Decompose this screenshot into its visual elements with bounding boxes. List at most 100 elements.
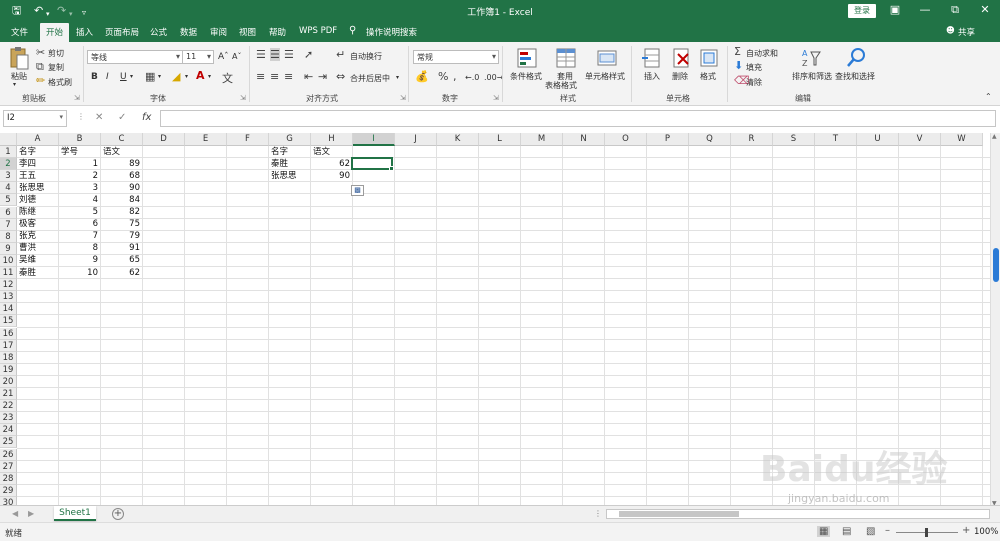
- tab-help[interactable]: 帮助: [269, 26, 286, 38]
- cell-b1[interactable]: 学号: [61, 147, 98, 158]
- phonetic-icon[interactable]: 文: [222, 70, 233, 86]
- sheet-options-icon[interactable]: ⋮: [594, 509, 602, 518]
- row-header-22[interactable]: 22: [0, 400, 17, 413]
- cancel-entry-icon[interactable]: ✕: [95, 112, 103, 123]
- tab-page-layout[interactable]: 页面布局: [105, 26, 139, 38]
- cell-c10[interactable]: 65: [103, 255, 140, 266]
- formula-input[interactable]: [160, 110, 996, 127]
- row-header-29[interactable]: 29: [0, 484, 17, 497]
- row-header-18[interactable]: 18: [0, 351, 17, 364]
- delete-cells-icon[interactable]: [670, 47, 692, 69]
- prev-sheet-icon[interactable]: ◀: [12, 509, 18, 518]
- cell-b5[interactable]: 4: [61, 195, 98, 206]
- column-header-s[interactable]: S: [773, 133, 815, 146]
- column-header-q[interactable]: Q: [689, 133, 731, 146]
- cell-c1[interactable]: 语文: [103, 147, 140, 158]
- column-header-c[interactable]: C: [101, 133, 143, 146]
- fill-color-icon[interactable]: ◢: [172, 70, 180, 83]
- column-header-b[interactable]: B: [59, 133, 101, 146]
- sort-filter-button[interactable]: 排序和筛选: [792, 71, 832, 82]
- vertical-scrollbar[interactable]: ▲ ▼: [990, 133, 1000, 507]
- cell-a2[interactable]: 李四: [19, 159, 56, 170]
- column-header-o[interactable]: O: [605, 133, 647, 146]
- row-header-19[interactable]: 19: [0, 363, 17, 376]
- cell-a11[interactable]: 秦胜: [19, 268, 56, 279]
- row-header-1[interactable]: 1: [0, 146, 17, 159]
- cell-c6[interactable]: 82: [103, 207, 140, 218]
- insert-function-icon[interactable]: fx: [142, 112, 151, 123]
- cell-c7[interactable]: 75: [103, 219, 140, 230]
- insert-cells-icon[interactable]: [641, 47, 663, 69]
- font-color-dropdown-icon[interactable]: ▾: [208, 73, 211, 80]
- font-color-icon[interactable]: A: [196, 69, 205, 82]
- row-header-7[interactable]: 7: [0, 218, 17, 231]
- column-header-g[interactable]: G: [269, 133, 311, 146]
- vertical-scroll-thumb[interactable]: [993, 248, 999, 282]
- tell-me-search[interactable]: 操作说明搜索: [366, 26, 417, 38]
- cell-a8[interactable]: 张克: [19, 231, 56, 242]
- format-painter-button[interactable]: 格式刷: [48, 77, 72, 88]
- row-header-21[interactable]: 21: [0, 388, 17, 401]
- cell-b4[interactable]: 3: [61, 183, 98, 194]
- cell-c2[interactable]: 89: [103, 159, 140, 170]
- restore-icon[interactable]: ⧉: [945, 3, 965, 17]
- insert-cells-button[interactable]: 插入: [644, 71, 660, 82]
- tab-review[interactable]: 审阅: [210, 26, 227, 38]
- cut-button[interactable]: 剪切: [48, 48, 64, 59]
- merge-center-button[interactable]: 合并后居中: [350, 73, 390, 84]
- scroll-up-icon[interactable]: ▲: [992, 133, 997, 140]
- next-sheet-icon[interactable]: ▶: [28, 509, 34, 518]
- row-header-17[interactable]: 17: [0, 339, 17, 352]
- wrap-text-icon[interactable]: ↵: [336, 48, 345, 61]
- format-painter-icon[interactable]: ✏: [36, 74, 45, 87]
- page-layout-view-icon[interactable]: ▤: [842, 526, 851, 537]
- cell-a1[interactable]: 名字: [19, 147, 56, 158]
- copy-button[interactable]: 复制: [48, 62, 64, 73]
- increase-decimal-icon[interactable]: ←.0: [465, 73, 479, 82]
- decrease-font-icon[interactable]: Aˇ: [232, 52, 241, 61]
- tab-file[interactable]: 文件: [11, 26, 28, 38]
- bold-button[interactable]: B: [91, 72, 98, 82]
- row-header-28[interactable]: 28: [0, 472, 17, 485]
- tab-formulas[interactable]: 公式: [150, 26, 167, 38]
- format-as-table-icon[interactable]: [555, 47, 577, 69]
- cell-h3[interactable]: 90: [313, 171, 350, 182]
- cell-a7[interactable]: 极客: [19, 219, 56, 230]
- merge-center-icon[interactable]: ⇔: [336, 70, 345, 83]
- zoom-level[interactable]: 100%: [974, 527, 998, 537]
- align-center-icon[interactable]: ≡: [270, 70, 279, 83]
- cell-b8[interactable]: 7: [61, 231, 98, 242]
- cut-icon[interactable]: ✂: [36, 46, 45, 59]
- comma-style-icon[interactable]: ,: [453, 70, 457, 83]
- fill-icon[interactable]: ⬇: [734, 59, 743, 72]
- cell-c3[interactable]: 68: [103, 171, 140, 182]
- decrease-decimal-icon[interactable]: .00→: [484, 73, 503, 82]
- cell-b3[interactable]: 2: [61, 171, 98, 182]
- increase-font-icon[interactable]: Aˆ: [218, 52, 229, 62]
- zoom-slider-knob[interactable]: [925, 528, 928, 537]
- select-all-corner[interactable]: [0, 133, 17, 146]
- align-middle-icon[interactable]: ☰: [270, 48, 280, 61]
- cell-c11[interactable]: 62: [103, 268, 140, 279]
- row-header-16[interactable]: 16: [0, 327, 17, 340]
- row-header-15[interactable]: 15: [0, 315, 17, 328]
- column-header-t[interactable]: T: [815, 133, 857, 146]
- column-header-a[interactable]: A: [17, 133, 59, 146]
- cell-a10[interactable]: 吴维: [19, 255, 56, 266]
- row-header-13[interactable]: 13: [0, 291, 17, 304]
- orientation-icon[interactable]: ➚: [304, 48, 313, 61]
- underline-button[interactable]: U: [120, 72, 127, 82]
- cell-a6[interactable]: 陈继: [19, 207, 56, 218]
- cell-a5[interactable]: 刘德: [19, 195, 56, 206]
- column-header-r[interactable]: R: [731, 133, 773, 146]
- cell-c8[interactable]: 79: [103, 231, 140, 242]
- zoom-in-icon[interactable]: +: [962, 525, 970, 536]
- row-header-20[interactable]: 20: [0, 375, 17, 388]
- fill-handle[interactable]: [389, 166, 394, 171]
- column-header-l[interactable]: L: [479, 133, 521, 146]
- cell-g3[interactable]: 张思思: [271, 171, 308, 182]
- normal-view-icon[interactable]: ▦: [817, 526, 831, 537]
- cell-a3[interactable]: 王五: [19, 171, 56, 182]
- tab-insert[interactable]: 插入: [76, 26, 93, 38]
- cell-c4[interactable]: 90: [103, 183, 140, 194]
